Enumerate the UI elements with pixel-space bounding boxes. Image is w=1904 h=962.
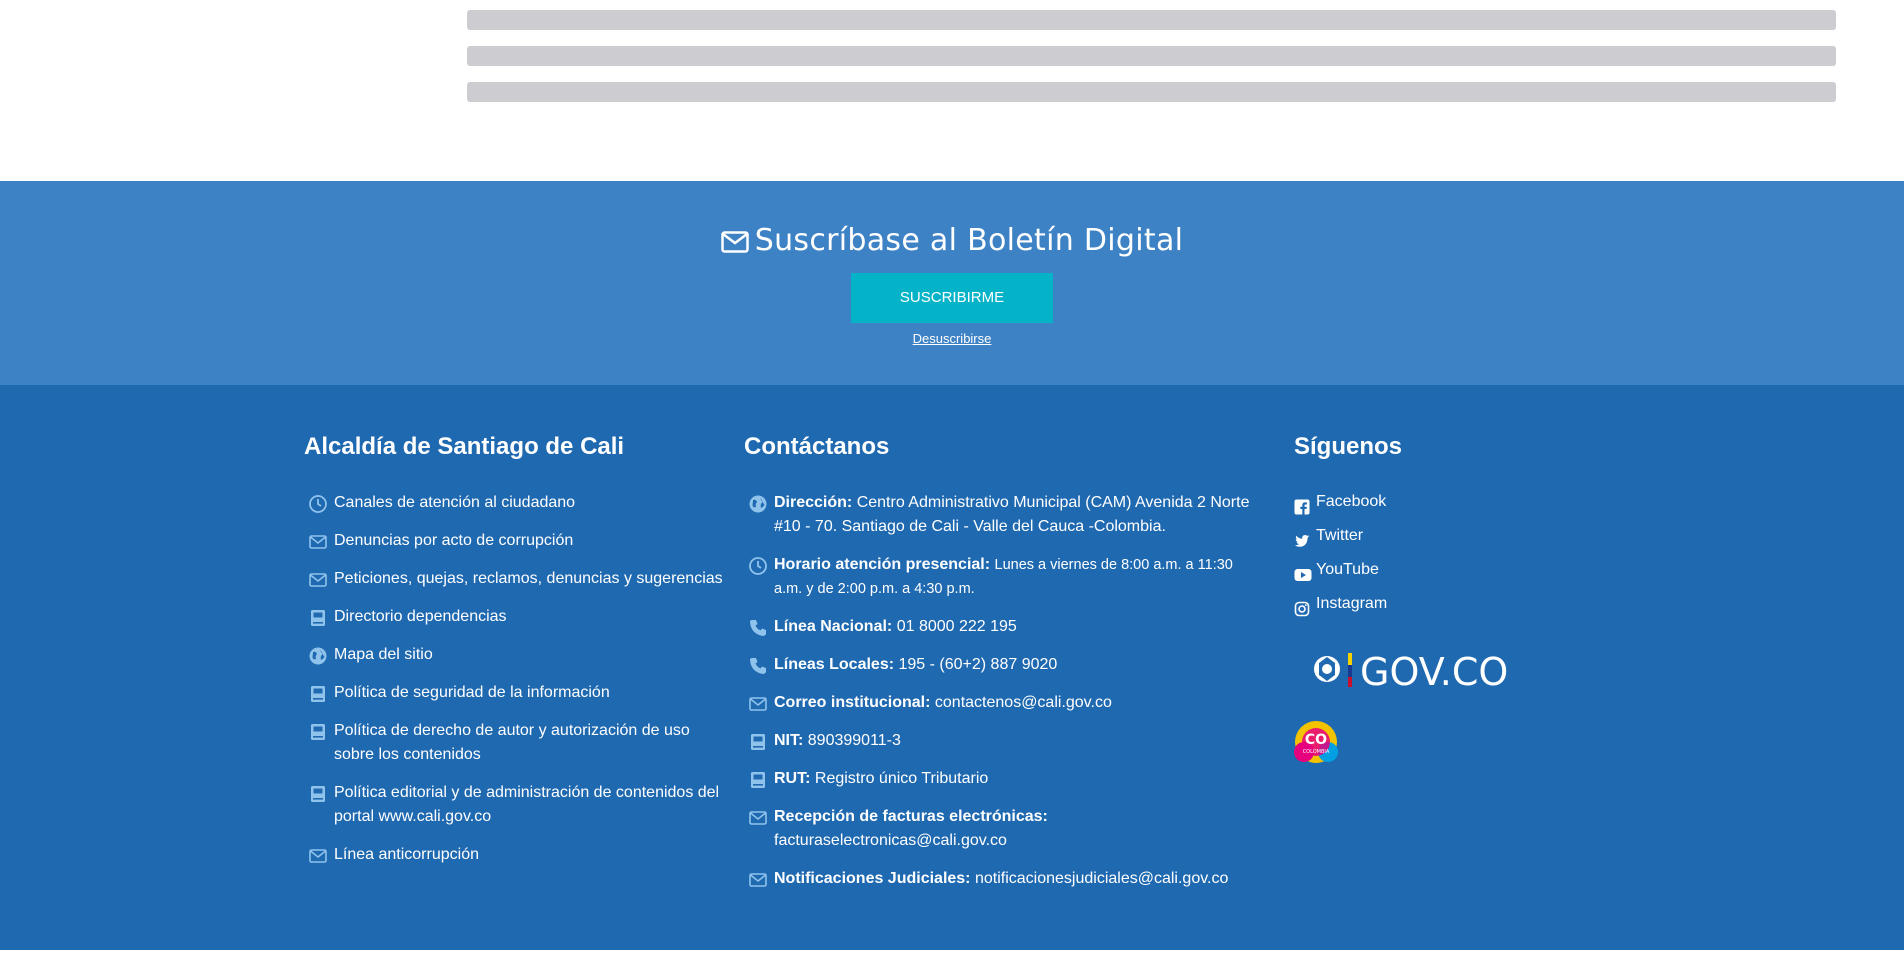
contact-info-item: Recepción de facturas electrónicas: fact… bbox=[744, 805, 1264, 853]
footer-link-label: Política editorial y de administración d… bbox=[334, 784, 720, 825]
contact-info-key: Recepción de facturas electrónicas: bbox=[774, 808, 1048, 825]
contact-info-value: Registro único Tributario bbox=[814, 770, 989, 787]
govco-logo[interactable]: GOV.CO bbox=[1310, 647, 1530, 702]
newsletter-title-text: Suscríbase al Boletín Digital bbox=[754, 223, 1184, 258]
clock-icon bbox=[308, 494, 328, 514]
envelope-icon bbox=[308, 532, 328, 552]
social-link-label: Facebook bbox=[1316, 493, 1387, 510]
contact-info-item: Horario atención presencial: Lunes a vie… bbox=[744, 553, 1264, 601]
contact-info-key: Líneas Locales: bbox=[774, 656, 895, 673]
contact-info-key: Correo institucional: bbox=[774, 694, 931, 711]
contact-info-item: Dirección: Centro Administrativo Municip… bbox=[744, 491, 1264, 539]
globe-icon bbox=[308, 646, 328, 666]
envelope-icon bbox=[720, 231, 749, 253]
contact-info-key: NIT: bbox=[774, 732, 804, 749]
envelope-icon bbox=[748, 808, 768, 828]
footer-col-title-contactanos: Contáctanos bbox=[744, 433, 890, 460]
contact-info-item: Línea Nacional: 01 8000 222 195 bbox=[744, 615, 1264, 639]
site-footer: Alcaldía de Santiago de Cali Canales de … bbox=[0, 385, 1904, 950]
footer-link-item[interactable]: Denuncias por acto de corrupción bbox=[304, 529, 724, 553]
govco-text: GOV.CO bbox=[1360, 650, 1508, 694]
unsubscribe-link[interactable]: Desuscribirse bbox=[913, 331, 992, 346]
contact-info-key: Línea Nacional: bbox=[774, 618, 893, 635]
footer-link-item[interactable]: Política de derecho de autor y autorizac… bbox=[304, 719, 724, 767]
contact-info-value: facturaselectronicas@cali.gov.co bbox=[774, 832, 1007, 849]
contact-info-item: Líneas Locales: 195 - (60+2) 887 9020 bbox=[744, 653, 1264, 677]
contact-info-value: notificacionesjudiciales@cali.gov.co bbox=[974, 870, 1229, 887]
facebook-icon bbox=[1294, 494, 1310, 515]
book-icon bbox=[748, 770, 768, 790]
footer-link-label: Directorio dependencias bbox=[334, 608, 507, 625]
footer-link-item[interactable]: Política editorial y de administración d… bbox=[304, 781, 724, 829]
footer-link-item[interactable]: Política de seguridad de la información bbox=[304, 681, 724, 705]
contact-info-value: 195 - (60+2) 887 9020 bbox=[898, 656, 1058, 673]
footer-link-item[interactable]: Canales de atención al ciudadano bbox=[304, 491, 724, 515]
footer-link-item[interactable]: Peticiones, quejas, reclamos, denuncias … bbox=[304, 567, 724, 591]
footer-link-label: Peticiones, quejas, reclamos, denuncias … bbox=[334, 570, 723, 587]
footer-link-item[interactable]: Línea anticorrupción bbox=[304, 843, 724, 867]
contact-info-item: NIT: 890399011-3 bbox=[744, 729, 1264, 753]
envelope-icon bbox=[748, 870, 768, 890]
skeleton-line bbox=[467, 46, 1836, 66]
footer-link-label: Denuncias por acto de corrupción bbox=[334, 532, 574, 549]
newsletter-section: Suscríbase al Boletín Digital SUSCRIBIRM… bbox=[0, 181, 1904, 385]
social-links-list: Facebook Twitter YouTube Instagram bbox=[1294, 485, 1494, 621]
social-link-facebook[interactable]: Facebook bbox=[1294, 485, 1494, 519]
instagram-icon bbox=[1294, 596, 1310, 617]
globe-icon bbox=[748, 494, 768, 514]
newsletter-title: Suscríbase al Boletín Digital bbox=[0, 223, 1904, 258]
colombia-badge-sub: COLOMBIA bbox=[1303, 749, 1330, 755]
colombia-badge-text: CO bbox=[1305, 732, 1327, 748]
page-bottom-strip bbox=[0, 950, 1904, 962]
book-icon bbox=[308, 784, 328, 804]
footer-link-item[interactable]: Mapa del sitio bbox=[304, 643, 724, 667]
footer-link-label: Canales de atención al ciudadano bbox=[334, 494, 576, 511]
book-icon bbox=[748, 732, 768, 752]
alcaldia-links-list: Canales de atención al ciudadano Denuncia… bbox=[304, 491, 724, 881]
footer-link-label: Mapa del sitio bbox=[334, 646, 433, 663]
social-link-label: Twitter bbox=[1316, 527, 1364, 544]
contact-info-item: Correo institucional: contactenos@cali.g… bbox=[744, 691, 1264, 715]
phone-icon bbox=[748, 656, 768, 676]
envelope-icon bbox=[308, 846, 328, 866]
contact-info-item: RUT: Registro único Tributario bbox=[744, 767, 1264, 791]
contact-info-value: contactenos@cali.gov.co bbox=[934, 694, 1112, 711]
footer-link-label: Política de seguridad de la información bbox=[334, 684, 610, 701]
skeleton-line bbox=[467, 10, 1836, 30]
footer-link-item[interactable]: Directorio dependencias bbox=[304, 605, 724, 629]
footer-col-title-siguenos: Síguenos bbox=[1294, 433, 1403, 460]
coat-of-arms-icon bbox=[1314, 656, 1340, 682]
book-icon bbox=[308, 608, 328, 628]
contact-info-value: 890399011-3 bbox=[807, 732, 901, 749]
contact-info-key: Notificaciones Judiciales: bbox=[774, 870, 971, 887]
social-link-instagram[interactable]: Instagram bbox=[1294, 587, 1494, 621]
contact-info-key: Horario atención presencial: bbox=[774, 556, 991, 573]
contact-info-value: 01 8000 222 195 bbox=[896, 618, 1017, 635]
social-link-youtube[interactable]: YouTube bbox=[1294, 553, 1494, 587]
book-icon bbox=[308, 722, 328, 742]
envelope-icon bbox=[308, 570, 328, 590]
contact-info-list: Dirección: Centro Administrativo Municip… bbox=[744, 491, 1264, 905]
book-icon bbox=[308, 684, 328, 704]
content-placeholder-area bbox=[0, 0, 1904, 181]
envelope-icon bbox=[748, 694, 768, 714]
contact-info-item: Notificaciones Judiciales: notificacione… bbox=[744, 867, 1264, 891]
social-link-label: YouTube bbox=[1316, 561, 1379, 578]
contact-info-key: Dirección: bbox=[774, 494, 853, 511]
clock-icon bbox=[748, 556, 768, 576]
footer-link-label: Política de derecho de autor y autorizac… bbox=[334, 722, 690, 763]
contact-info-key: RUT: bbox=[774, 770, 811, 787]
footer-col-title-alcaldia: Alcaldía de Santiago de Cali bbox=[304, 433, 625, 460]
youtube-icon bbox=[1294, 562, 1312, 581]
colombia-brand-logo[interactable]: CO COLOMBIA bbox=[1294, 720, 1338, 769]
phone-icon bbox=[748, 618, 768, 638]
skeleton-line bbox=[467, 82, 1836, 102]
subscribe-button[interactable]: SUSCRIBIRME bbox=[851, 273, 1053, 323]
twitter-icon bbox=[1294, 528, 1310, 547]
social-link-twitter[interactable]: Twitter bbox=[1294, 519, 1494, 553]
social-link-label: Instagram bbox=[1316, 595, 1388, 612]
footer-link-label: Línea anticorrupción bbox=[334, 846, 479, 863]
